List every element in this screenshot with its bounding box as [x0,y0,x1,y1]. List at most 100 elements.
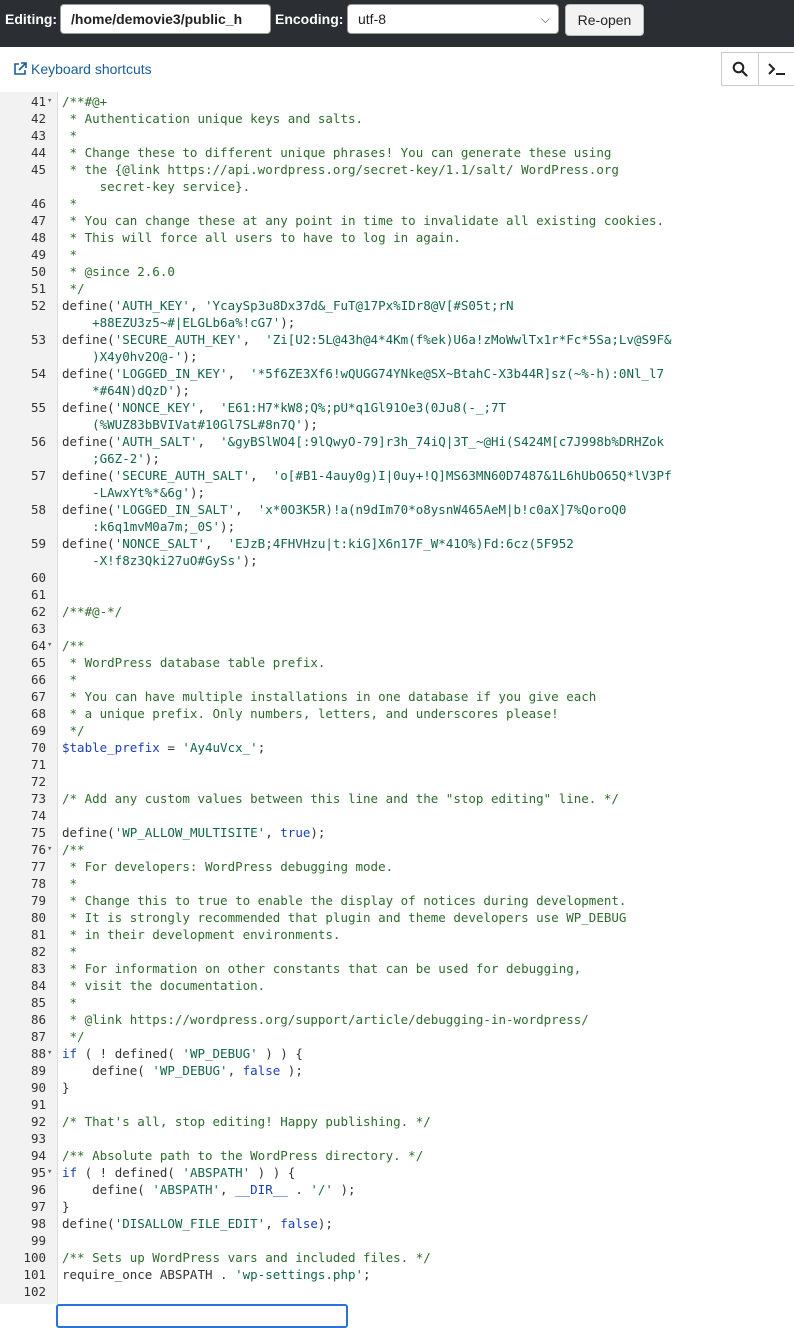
code-line[interactable]: 99 [0,1232,794,1249]
keyboard-shortcuts-link[interactable]: Keyboard shortcuts [13,61,152,77]
code-line[interactable]: 45 * the {@link https://api.wordpress.or… [0,161,794,178]
code-line[interactable]: 59 define('NONCE_SALT', 'EJzB;4FHVHzu|t:k… [0,535,794,552]
code-line[interactable]: 101 require_once ABSPATH . 'wp-settings.p… [0,1266,794,1283]
code-line[interactable]: 51 */ [0,280,794,297]
code-line[interactable]: 93 [0,1130,794,1147]
code-line[interactable]: 43 * [0,127,794,144]
fold-toggle-icon[interactable]: ▾ [47,841,52,858]
code-text: * For information on other constants tha… [62,960,582,977]
terminal-button[interactable] [758,52,794,86]
code-token: } [62,1080,70,1095]
code-line[interactable]: 66 * [0,671,794,688]
code-line[interactable]: 75 define('WP_ALLOW_MULTISITE', true); [0,824,794,841]
code-line[interactable]: secret-key service}. [0,178,794,195]
code-line[interactable]: 56 define('AUTH_SALT', '&gyBSlWO4[:9lQwyO… [0,433,794,450]
code-token: */ [62,281,85,296]
code-line[interactable]: *#64N)dQzD'); [0,382,794,399]
code-token: */ [62,1029,85,1044]
code-line[interactable]: 47 * You can change these at any point i… [0,212,794,229]
code-line[interactable]: 54 define('LOGGED_IN_KEY', '*5f6ZE3Xf6!wQ… [0,365,794,382]
code-line[interactable]: 83 * For information on other constants … [0,960,794,977]
code-line[interactable]: 55 define('NONCE_KEY', 'E61:H7*kW8;Q%;pU*… [0,399,794,416]
code-line[interactable]: 57 define('SECURE_AUTH_SALT', 'o[#B1-4auy… [0,467,794,484]
fold-toggle-icon[interactable]: ▾ [47,1045,52,1062]
code-line[interactable]: 74 [0,807,794,824]
code-line[interactable]: 41 ▾ /**#@+ [0,93,794,110]
line-number: 69 [30,723,46,738]
code-text: define('LOGGED_IN_KEY', '*5f6ZE3Xf6!wQUG… [62,365,664,382]
code-line[interactable]: 50 * @since 2.6.0 [0,263,794,280]
code-line[interactable]: 91 [0,1096,794,1113]
encoding-select[interactable]: utf-8 ⌵ [347,4,559,34]
code-line[interactable]: 49 * [0,246,794,263]
code-line[interactable]: 42 * Authentication unique keys and salt… [0,110,794,127]
search-button[interactable] [721,52,759,86]
code-line[interactable]: 86 * @link https://wordpress.org/support… [0,1011,794,1028]
code-line[interactable]: 71 [0,756,794,773]
code-line[interactable]: 70 $table_prefix = 'Ay4uVcx_'; [0,739,794,756]
code-line[interactable]: 69 */ [0,722,794,739]
code-line[interactable]: 64 ▾ /** [0,637,794,654]
code-line[interactable]: 60 [0,569,794,586]
code-line[interactable]: 89 define( 'WP_DEBUG', false ); [0,1062,794,1079]
code-line[interactable]: (%WUZ83bBVIVat#10Gl7SL#8n7Q'); [0,416,794,433]
code-token: -LAwxYt%*&6g' [62,485,190,500]
code-line[interactable]: 95 ▾ if ( ! defined( 'ABSPATH' ) ) { [0,1164,794,1181]
code-line[interactable]: 67 * You can have multiple installations… [0,688,794,705]
code-line[interactable]: 90} [0,1079,794,1096]
code-line[interactable]: +88EZU3z5~#|ELGLb6a%!cG7'); [0,314,794,331]
code-line[interactable]: 94 /** Absolute path to the WordPress dir… [0,1147,794,1164]
code-line[interactable]: 63 [0,620,794,637]
code-editor[interactable]: 41 ▾/**#@+ 42 * Authentication unique keys… [0,92,794,1328]
code-line[interactable]: -LAwxYt%*&6g'); [0,484,794,501]
code-line[interactable]: 82 * [0,943,794,960]
line-number: 41 [30,94,46,109]
code-line[interactable]: 58 define('LOGGED_IN_SALT', 'x*0O3K5R)!a(… [0,501,794,518]
fold-toggle-icon[interactable]: ▾ [47,1164,52,1181]
code-line[interactable]: 96 define( 'ABSPATH', __DIR__ . '/' ); [0,1181,794,1198]
code-line[interactable]: 85 * [0,994,794,1011]
code-token: , [265,1216,281,1231]
code-token: ); [317,1216,333,1231]
code-line[interactable]: 76 ▾ /** [0,841,794,858]
code-line[interactable]: 81 * in their development environments. [0,926,794,943]
code-line[interactable]: 88 ▾ if ( ! defined( 'WP_DEBUG' ) ) { [0,1045,794,1062]
code-line[interactable]: 46 * [0,195,794,212]
code-line[interactable]: 48 * This will force all users to have t… [0,229,794,246]
code-line[interactable]: 79 * Change this to true to enable the d… [0,892,794,909]
code-line[interactable]: 78 * [0,875,794,892]
line-number: 74 [30,808,46,823]
code-line[interactable]: 98 define('DISALLOW_FILE_EDIT', false); [0,1215,794,1232]
code-line[interactable]: )X4y0hv2O@-'); [0,348,794,365]
code-line[interactable]: 73 /* Add any custom values between this … [0,790,794,807]
code-line[interactable]: ;G6Z-2'); [0,450,794,467]
code-line[interactable]: 62 /**#@-*/ [0,603,794,620]
code-token: )X4y0hv2O@-' [62,349,183,364]
file-path-input[interactable]: /home/demovie3/public_h [60,4,271,34]
fold-toggle-icon[interactable]: ▾ [47,637,52,654]
code-text: * a unique prefix. Only numbers, letters… [62,705,559,722]
code-line[interactable]: -X!f8z3Qki27uO#GySs'); [0,552,794,569]
code-text: * You can change these at any point in t… [62,212,665,229]
code-line[interactable]: 68 * a unique prefix. Only numbers, lett… [0,705,794,722]
code-line[interactable]: :k6q1mvM0a7m;_0S'); [0,518,794,535]
line-number: 80 [30,910,46,925]
code-line[interactable]: 61 [0,586,794,603]
code-line[interactable]: 87 */ [0,1028,794,1045]
fold-toggle-icon[interactable]: ▾ [47,93,52,110]
code-line[interactable]: 77 * For developers: WordPress debugging… [0,858,794,875]
code-line[interactable]: 84 * visit the documentation. [0,977,794,994]
code-line[interactable]: 44 * Change these to different unique ph… [0,144,794,161]
code-line[interactable]: 80 * It is strongly recommended that plu… [0,909,794,926]
code-line[interactable]: 102 [0,1283,794,1300]
code-line[interactable]: 53 define('SECURE_AUTH_KEY', 'Zi[U2:5L@43… [0,331,794,348]
code-line[interactable]: 97} [0,1198,794,1215]
code-line[interactable]: 100 /** Sets up WordPress vars and includ… [0,1249,794,1266]
code-line[interactable]: 72 [0,773,794,790]
code-token: * [62,247,78,262]
code-line[interactable]: 52 define('AUTH_KEY', 'YcaySp3u8Dx37d&_Fu… [0,297,794,314]
code-line[interactable]: 65 * WordPress database table prefix. [0,654,794,671]
reopen-button[interactable]: Re-open [565,4,644,36]
code-text: ;G6Z-2'); [62,450,160,467]
code-line[interactable]: 92 /* That's all, stop editing! Happy pub… [0,1113,794,1130]
